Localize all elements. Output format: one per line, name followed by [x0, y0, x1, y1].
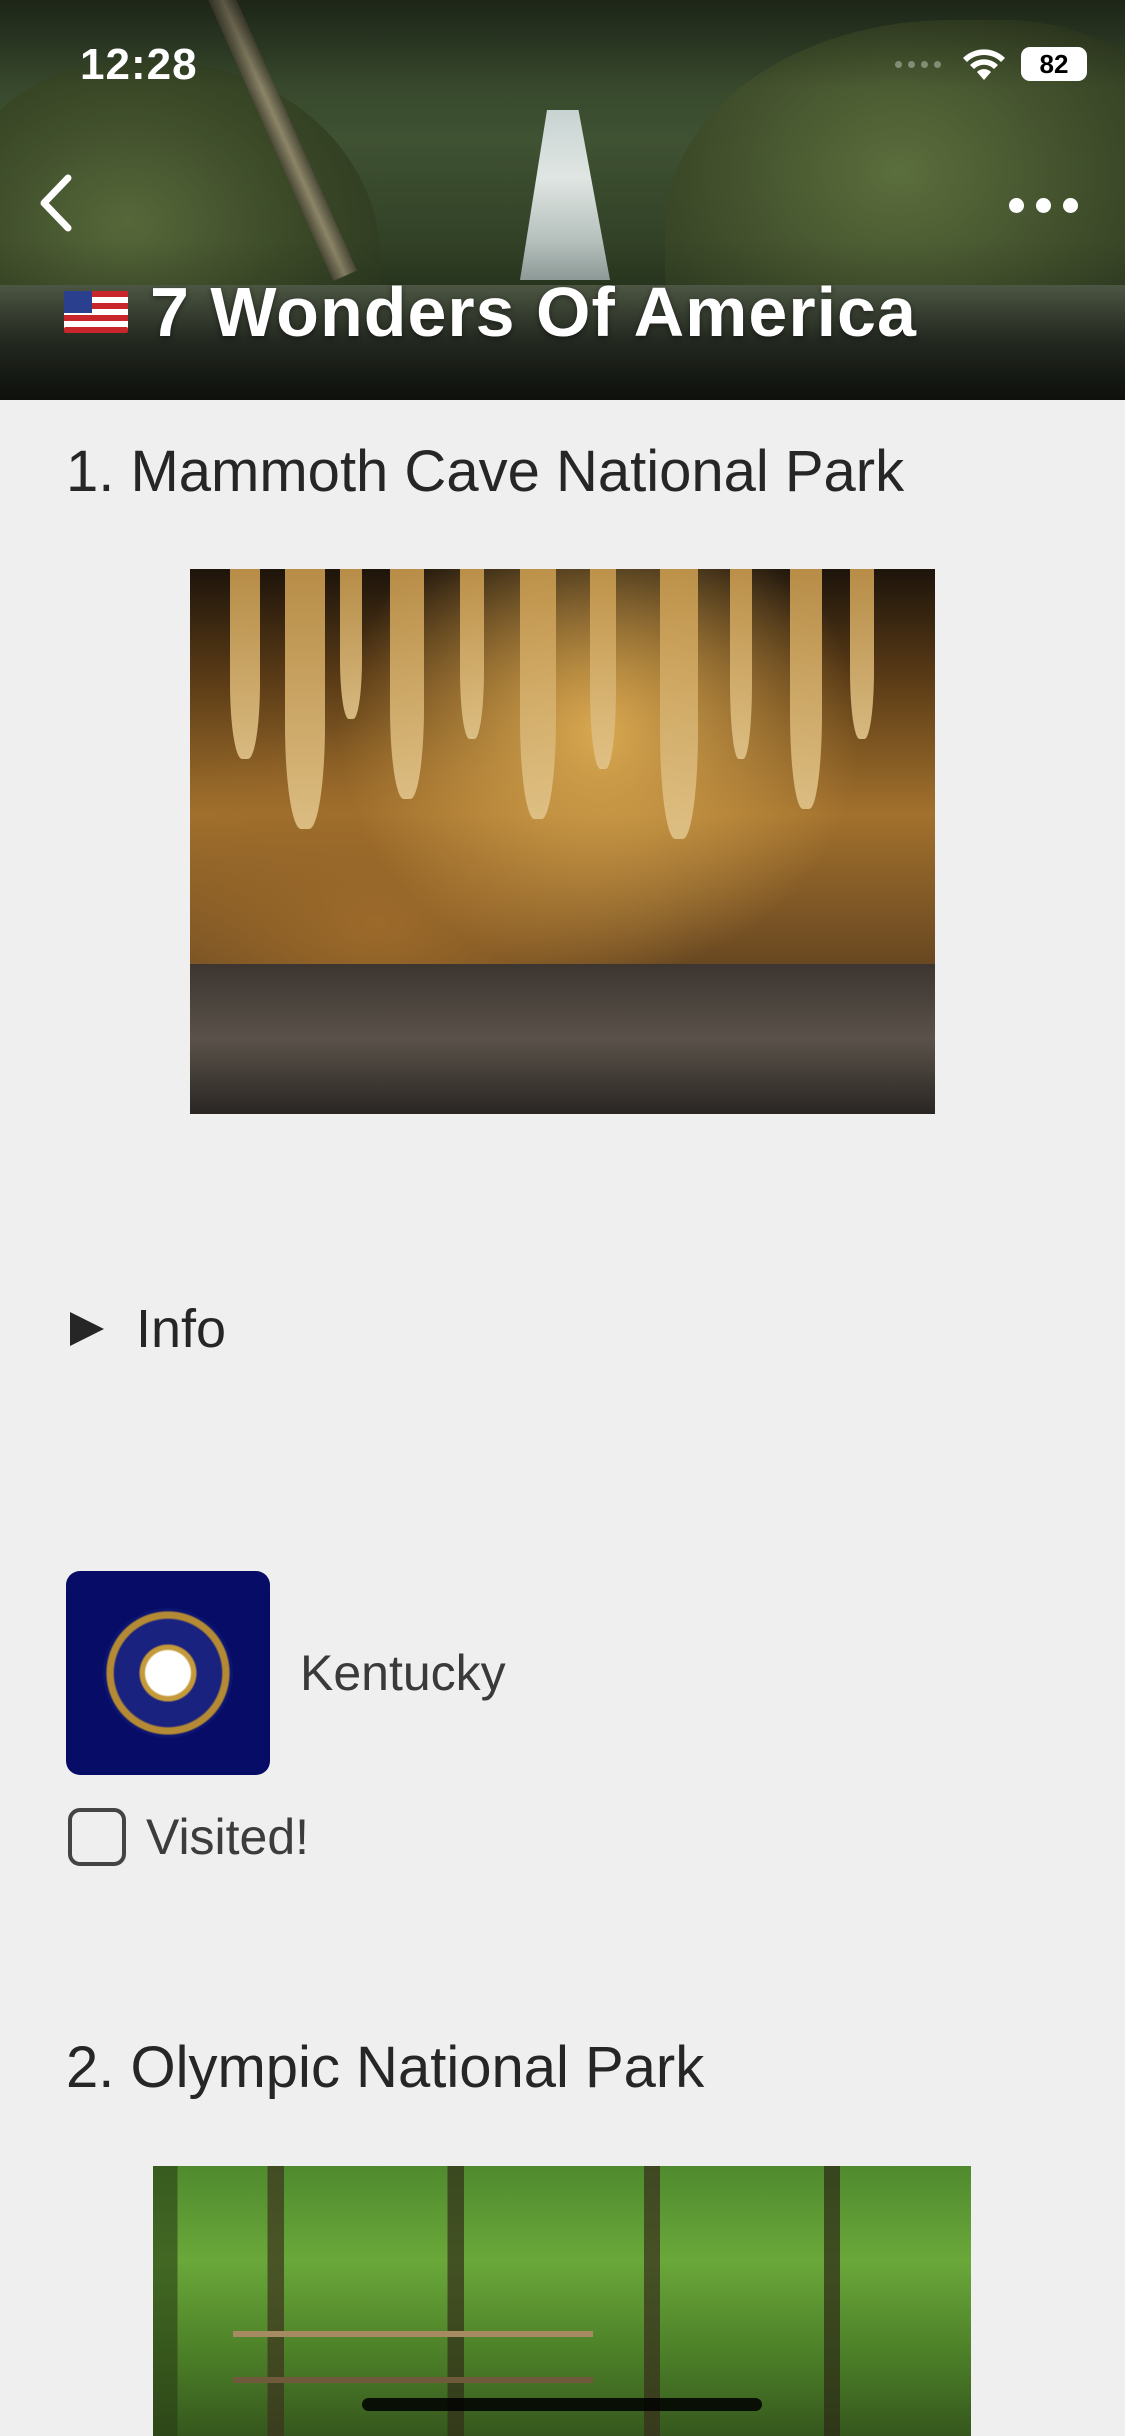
- visited-label: Visited!: [146, 1809, 310, 1865]
- state-name: Kentucky: [300, 1645, 506, 1701]
- wifi-icon: [963, 49, 1005, 80]
- section-title: 1. Mammoth Cave National Park: [66, 439, 905, 504]
- status-time: 12:28: [80, 40, 198, 89]
- status-icons: 82: [895, 46, 1087, 82]
- state-row: Kentucky: [66, 1571, 506, 1775]
- checkbox-icon[interactable]: [68, 1808, 126, 1866]
- info-label: Info: [136, 1299, 227, 1359]
- cellular-signal-icon: [895, 60, 941, 68]
- home-indicator[interactable]: [362, 2398, 762, 2411]
- back-icon[interactable]: [28, 168, 88, 238]
- mammoth-cave-image: [190, 569, 935, 1114]
- olympic-forest-image: [153, 2166, 971, 2436]
- more-icon[interactable]: [1009, 190, 1095, 220]
- header-banner: 12:28 82 7 Wonders Of America: [0, 0, 1125, 400]
- page-title: 7 Wonders Of America: [64, 272, 917, 352]
- disclosure-triangle-icon: [70, 1312, 104, 1346]
- kentucky-flag-icon: [66, 1571, 270, 1775]
- battery-icon: 82: [1021, 47, 1087, 81]
- info-disclosure[interactable]: Info: [70, 1298, 226, 1360]
- visited-toggle[interactable]: Visited!: [68, 1808, 309, 1866]
- page-title-text: 7 Wonders Of America: [150, 273, 917, 351]
- us-flag-icon: [64, 291, 128, 333]
- section-title: 2. Olympic National Park: [66, 2035, 705, 2100]
